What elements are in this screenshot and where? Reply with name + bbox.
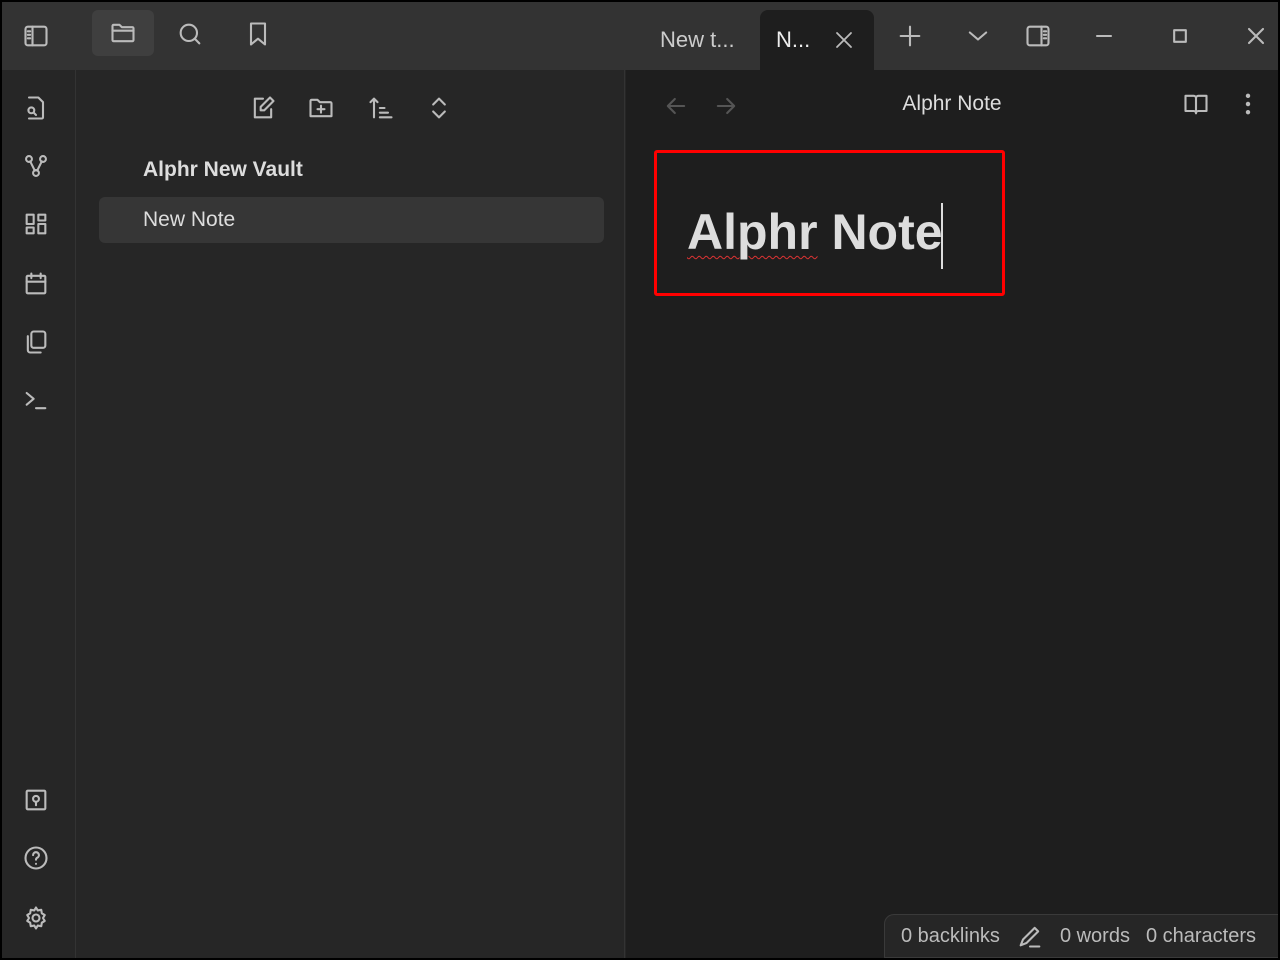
open-vault-icon[interactable] [16,780,56,820]
graph-view-icon[interactable] [16,146,56,186]
file-explorer-pane: Alphr New Vault New Note [77,70,625,958]
new-tab-icon[interactable] [890,16,930,56]
note-heading[interactable]: Alphr Note [687,203,943,269]
heading-word: Note [817,204,943,261]
vault-name[interactable]: Alphr New Vault [143,158,303,182]
templates-icon[interactable] [16,322,56,362]
calendar-icon[interactable] [16,264,56,304]
maximize-icon[interactable] [1160,16,1200,56]
ribbon [2,70,76,958]
toggle-left-sidebar-icon[interactable] [16,16,56,56]
new-folder-icon[interactable] [301,88,341,128]
bookmark-icon[interactable] [238,14,278,54]
reading-view-book-icon[interactable] [1176,84,1216,124]
canvas-icon[interactable] [16,204,56,244]
status-bar: 0 backlinks 0 words 0 characters [884,914,1278,958]
file-item-new-note[interactable]: New Note [99,197,604,243]
settings-gear-icon[interactable] [16,898,56,938]
toggle-right-sidebar-icon[interactable] [1016,14,1060,58]
sort-icon[interactable] [361,88,401,128]
more-options-icon[interactable] [1228,84,1268,124]
new-note-icon[interactable] [243,88,283,128]
quick-switcher-icon[interactable] [16,88,56,128]
help-icon[interactable] [16,838,56,878]
tab-label: New t... [660,27,735,52]
tab-label: N... [776,27,811,52]
editor-pane: Alphr Note Alphr Note 0 backlinks 0 word… [626,70,1278,958]
title-bar: New t... N... [2,2,1278,70]
tab-note[interactable]: N... [760,10,874,70]
edit-pencil-icon[interactable] [1016,922,1044,950]
close-tab-icon[interactable] [832,28,856,52]
heading-word-misspelled: Alphr [687,204,818,261]
collapse-expand-icon[interactable] [419,88,459,128]
search-icon[interactable] [170,14,210,54]
character-count: 0 characters [1145,924,1257,947]
backlinks-count[interactable]: 0 backlinks [901,925,1000,948]
command-palette-icon[interactable] [16,380,56,420]
close-window-icon[interactable] [1236,16,1276,56]
obsidian-window: New t... N... Alphr New Vault New Note A… [2,2,1278,958]
tab-new-tab[interactable]: New t... [648,10,758,70]
file-label: New Note [143,208,236,231]
word-count: 0 words [1059,924,1130,947]
text-cursor [940,203,943,269]
highlight-box: Alphr Note [654,150,1005,296]
chevron-down-icon[interactable] [958,16,998,56]
file-explorer-icon[interactable] [92,10,154,56]
minimize-icon[interactable] [1084,16,1124,56]
